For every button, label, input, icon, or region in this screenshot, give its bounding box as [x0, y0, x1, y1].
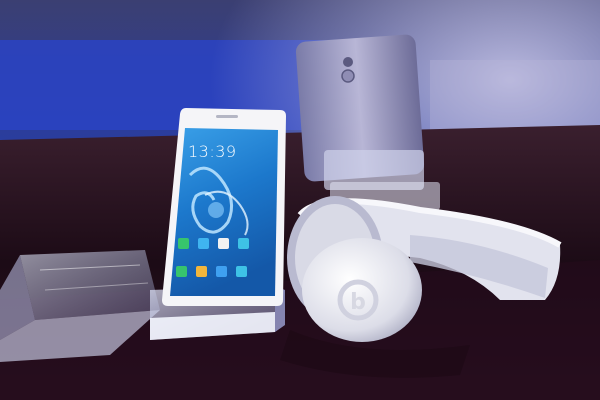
- phone-clock: 13:39: [188, 142, 237, 161]
- main-phone: [162, 108, 286, 306]
- product-photo-scene: 13:39 b: [0, 0, 600, 400]
- photo-illustration: [0, 0, 600, 400]
- headphone-logo: b: [350, 289, 366, 315]
